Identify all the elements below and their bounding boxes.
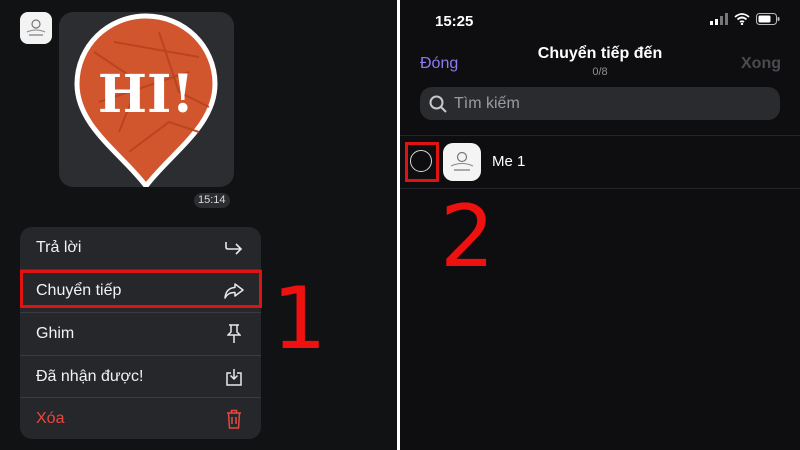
menu-item-pin[interactable]: Ghim — [20, 312, 261, 354]
search-placeholder: Tìm kiếm — [454, 94, 520, 112]
search-icon — [429, 95, 447, 113]
message-context-menu: Trả lời Chuyển tiếp Ghim Đã nhận được! X… — [20, 227, 261, 439]
done-button[interactable]: Xong — [741, 55, 781, 73]
reply-icon — [223, 237, 245, 259]
forward-highlight-box — [20, 270, 262, 308]
status-bar-icons — [710, 13, 780, 25]
trash-icon — [223, 408, 245, 430]
chat-panel: HI! 15:14 Trả lời Chuyển tiếp Ghim Đã nh… — [0, 0, 397, 450]
sender-avatar[interactable] — [20, 12, 52, 44]
status-bar-time: 15:25 — [435, 13, 474, 30]
sticker-text: HI! — [98, 64, 194, 125]
menu-item-label: Ghim — [36, 324, 75, 342]
save-download-icon — [223, 366, 245, 388]
contact-avatar — [443, 143, 481, 181]
signal-icon — [710, 13, 728, 25]
menu-item-reply[interactable]: Trả lời — [20, 227, 261, 269]
step-number-1: 1 — [272, 269, 327, 369]
step-number-2: 2 — [440, 187, 495, 287]
wifi-icon — [734, 13, 750, 25]
menu-item-label: Trả lời — [36, 239, 82, 256]
menu-item-delete[interactable]: Xóa — [20, 397, 261, 439]
radio-highlight-box — [405, 142, 439, 182]
search-field[interactable]: Tìm kiếm — [420, 87, 780, 120]
contact-row[interactable]: Me 1 — [400, 136, 800, 188]
pin-icon — [223, 323, 245, 345]
ring-logo-icon — [26, 19, 46, 36]
page-title: Chuyển tiếp đến — [537, 45, 663, 62]
menu-item-label: Đã nhận được! — [36, 367, 144, 385]
menu-item-label: Xóa — [36, 409, 65, 427]
menu-item-received[interactable]: Đã nhận được! — [20, 355, 261, 397]
forward-to-screen: 15:25 Đóng Chuyển tiếp đến 0/8 Xong Tìm … — [400, 0, 800, 450]
sticker-message[interactable]: HI! — [59, 12, 234, 191]
hi-sticker-image: HI! — [74, 13, 218, 191]
battery-icon — [756, 13, 780, 25]
contact-name: Me 1 — [492, 153, 526, 170]
selected-count: 0/8 — [592, 66, 608, 78]
ring-logo-icon — [450, 151, 474, 171]
message-time: 15:14 — [194, 193, 230, 208]
